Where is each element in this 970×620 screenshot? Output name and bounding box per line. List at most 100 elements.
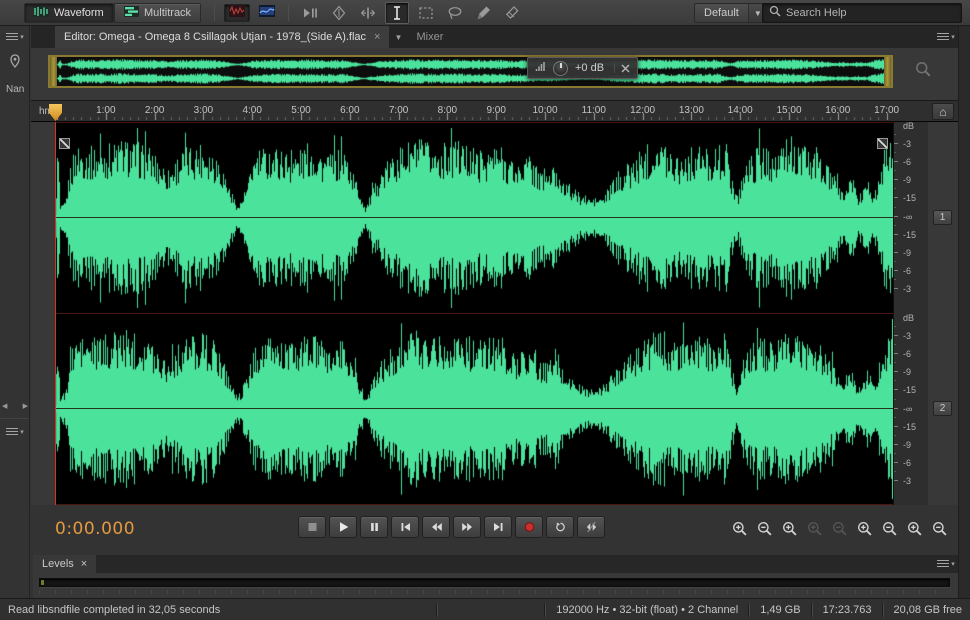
tab-editor[interactable]: Editor: Omega - Omega 8 Csillagok Utjan … — [55, 26, 390, 48]
paintbrush-selection-tool[interactable] — [472, 2, 496, 24]
zoom-in-amplitude-button[interactable] — [856, 520, 873, 537]
volume-hud[interactable]: +0 dB — [527, 57, 639, 79]
loop-playback-button[interactable] — [546, 516, 574, 538]
lasso-selection-tool[interactable] — [443, 2, 467, 24]
db-label: -∞ — [903, 403, 913, 414]
db-scale-channel-2[interactable]: dB -3 -6 -9 -15 -∞ -15 -9 -6 -3 — [894, 313, 928, 505]
close-icon[interactable]: × — [81, 558, 87, 570]
overview-left-handle[interactable] — [50, 57, 57, 86]
channel-2-button[interactable]: 2 — [933, 401, 952, 416]
marker-pin-icon[interactable] — [9, 54, 21, 76]
fade-in-handle[interactable] — [59, 138, 70, 149]
zoom-in-time-button[interactable] — [906, 520, 923, 537]
slip-tool[interactable] — [356, 2, 380, 24]
level-meter[interactable] — [39, 578, 950, 587]
db-scale-channel-1[interactable]: dB -3 -6 -9 -15 -∞ -15 -9 -6 -3 — [894, 121, 928, 313]
hud-close-button[interactable] — [614, 63, 630, 73]
rewind-button[interactable] — [422, 516, 450, 538]
pause-button[interactable] — [360, 516, 388, 538]
search-input[interactable] — [786, 7, 955, 19]
stop-button[interactable] — [298, 516, 326, 538]
playhead-line[interactable] — [55, 122, 56, 505]
record-button[interactable] — [515, 516, 543, 538]
channel-2-waveform[interactable] — [55, 314, 893, 504]
panel-menu-button[interactable]: ▾ — [934, 26, 958, 48]
channel-1-button[interactable]: 1 — [933, 210, 952, 225]
mixer-tab-label: Mixer — [416, 31, 444, 43]
timeline-ruler[interactable]: hms ⌂ 1:00 2:00 3:00 4:00 5:00 6:00 7:00 8:00 9:… — [31, 100, 958, 122]
db-label: -6 — [903, 458, 912, 469]
tab-mixer[interactable]: Mixer — [407, 26, 452, 48]
channel-2-lane[interactable] — [55, 314, 893, 505]
time-selection-tool[interactable] — [385, 2, 409, 24]
zoom-to-selection-button[interactable] — [781, 520, 798, 537]
play-button[interactable] — [329, 516, 357, 538]
zoom-in-button[interactable] — [731, 520, 748, 537]
skip-to-end-button[interactable] — [484, 516, 512, 538]
ruler-label: 9:00 — [486, 105, 506, 116]
chevron-down-icon: ▾ — [951, 34, 955, 41]
db-tick — [894, 389, 898, 391]
move-tool[interactable] — [298, 2, 322, 24]
zoom-buttons — [731, 520, 948, 537]
help-search-field[interactable] — [762, 3, 962, 23]
dock-panel-menu-button[interactable]: ▾ — [3, 33, 27, 41]
fade-out-handle[interactable] — [877, 138, 888, 149]
show-waveform-button[interactable] — [224, 4, 250, 22]
db-tick — [894, 270, 898, 272]
db-tick — [894, 233, 898, 235]
statusbar-separator — [748, 602, 751, 617]
ruler-label: 10:00 — [532, 105, 558, 116]
tab-dropdown-icon[interactable]: ▼ — [389, 26, 407, 48]
close-icon[interactable]: × — [374, 31, 380, 43]
db-tick — [894, 353, 898, 355]
home-button[interactable]: ⌂ — [932, 103, 954, 120]
dock-scrollbar[interactable]: ◀ ▶ — [2, 400, 28, 411]
fast-forward-button[interactable] — [453, 516, 481, 538]
multitrack-view-label: Multitrack — [144, 7, 192, 19]
db-tick — [894, 371, 898, 373]
db-label: -∞ — [903, 211, 913, 222]
workspace-dropdown[interactable]: Default ▼ — [694, 3, 768, 23]
time-display[interactable]: 0:00.000 — [55, 519, 135, 539]
scroll-right-icon[interactable]: ▶ — [23, 402, 28, 410]
multitrack-view-button[interactable]: Multitrack — [114, 3, 202, 23]
waveform-display[interactable] — [55, 122, 893, 505]
level-meter-fill — [41, 580, 44, 585]
razor-tool[interactable] — [327, 2, 351, 24]
zoom-out-time-button[interactable] — [931, 520, 948, 537]
db-tick-minor — [894, 416, 896, 418]
overview-navigator[interactable] — [48, 55, 893, 88]
dock-panel-menu-button-2[interactable]: ▾ — [3, 428, 27, 436]
db-tick-minor — [894, 279, 896, 281]
channel-1-lane[interactable] — [55, 123, 893, 314]
skip-selection-button[interactable] — [577, 516, 605, 538]
channel-buttons-column: 12 — [928, 122, 958, 505]
ruler-label: 16:00 — [825, 105, 851, 116]
db-tick-minor — [894, 344, 896, 346]
db-tick — [894, 335, 898, 336]
waveform-view-button[interactable]: Waveform — [24, 3, 114, 23]
skip-to-start-button[interactable] — [391, 516, 419, 538]
overview-zoom-icon[interactable] — [915, 61, 931, 82]
show-spectral-button[interactable] — [254, 4, 280, 22]
tab-levels[interactable]: Levels × — [33, 555, 97, 573]
db-label: -15 — [903, 421, 917, 432]
marquee-selection-tool[interactable] — [414, 2, 438, 24]
zoom-out-button[interactable] — [756, 520, 773, 537]
amplitude-ruler[interactable]: dB -3 -6 -9 -15 -∞ -15 -9 -6 -3 dB -3 -6 -9 -15 -∞ -15 -9… — [893, 121, 928, 505]
scroll-left-icon[interactable]: ◀ — [2, 402, 7, 410]
gain-knob[interactable] — [553, 60, 568, 76]
zoom-in-at-out-point-button[interactable] — [831, 520, 848, 537]
levels-panel-menu-button[interactable]: ▾ — [934, 555, 958, 573]
overview-waveform-canvas[interactable] — [57, 57, 884, 86]
channel-1-waveform[interactable] — [55, 123, 893, 313]
zoom-out-amplitude-button[interactable] — [881, 520, 898, 537]
db-tick-minor — [894, 434, 896, 436]
eraser-tool[interactable] — [501, 2, 525, 24]
waveform-display-icon — [229, 4, 245, 22]
overview-right-handle[interactable] — [884, 57, 891, 86]
zoom-in-at-in-point-button[interactable] — [806, 520, 823, 537]
db-tick-minor — [894, 471, 896, 473]
ruler-label: 13:00 — [678, 105, 704, 116]
